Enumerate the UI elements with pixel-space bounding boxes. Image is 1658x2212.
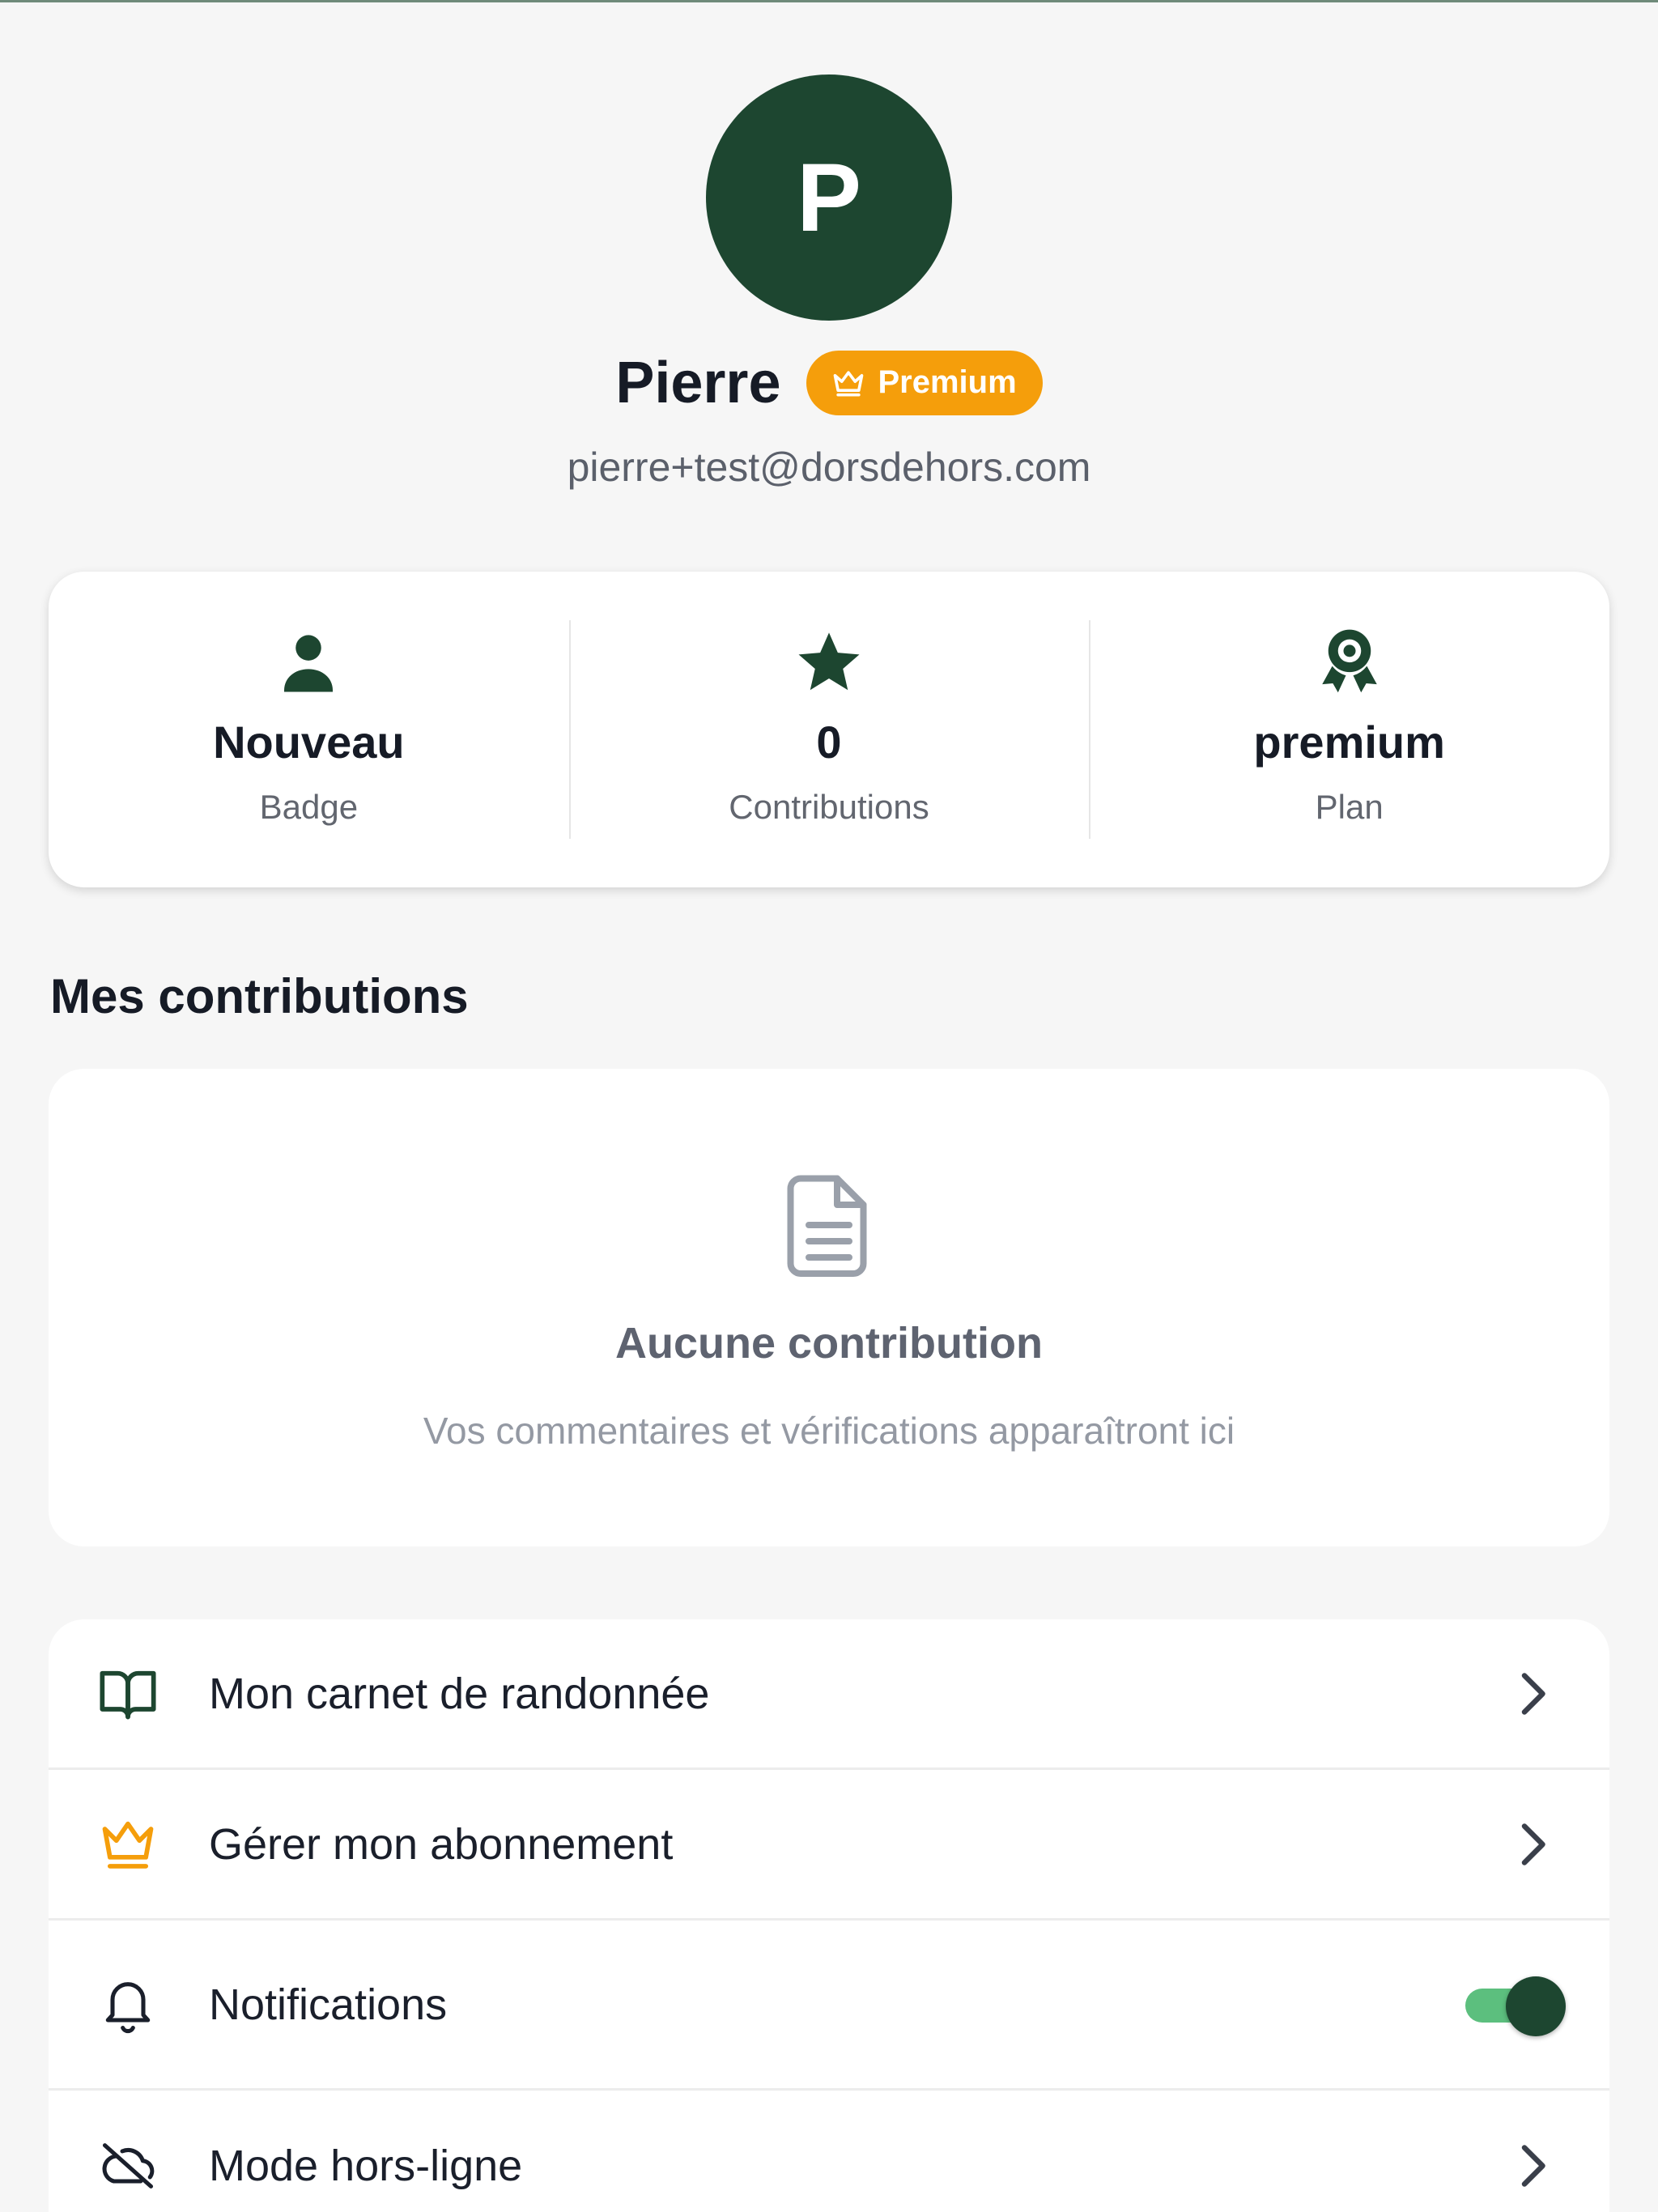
menu-item-offline-mode[interactable]: Mode hors-ligne [49,2091,1609,2212]
stat-value: 0 [816,717,842,768]
stat-badge: Nouveau Badge [49,572,569,887]
chevron-right-icon [1521,2145,1545,2187]
star-icon [798,632,860,691]
profile-name-row: Pierre Premium [0,344,1658,421]
menu-item-notifications[interactable]: Notifications [49,1921,1609,2091]
toggle-thumb [1506,1976,1566,2036]
stat-plan: premium Plan [1089,572,1609,887]
contributions-empty-state: Aucune contribution Vos commentaires et … [49,1069,1609,1546]
stat-label: Plan [1315,788,1384,826]
menu-item-label: Mode hors-ligne [209,2142,523,2190]
premium-badge-label: Premium [878,364,1017,400]
settings-menu: Mon carnet de randonnée Gérer mon abonne… [49,1619,1609,2212]
profile-email: pierre+test@dorsdehors.com [567,445,1091,490]
chevron-right-icon [1521,1823,1545,1865]
user-icon [284,635,334,692]
stat-value: premium [1253,717,1445,768]
stat-label: Contributions [729,788,929,826]
bell-icon [105,1981,151,2033]
empty-state-subtitle: Vos commentaires et vérifications appara… [423,1410,1235,1452]
premium-badge: Premium [806,350,1043,415]
menu-item-manage-subscription[interactable]: Gérer mon abonnement [49,1770,1609,1921]
menu-item-label: Gérer mon abonnement [209,1819,674,1869]
profile-name: Pierre [615,350,781,415]
menu-item-hiking-logbook[interactable]: Mon carnet de randonnée [49,1619,1609,1770]
crown-icon [834,370,864,396]
notifications-toggle[interactable] [1462,1976,1566,2036]
cloud-off-icon [102,2143,155,2189]
empty-state-title: Aucune contribution [615,1319,1043,1368]
document-icon [787,1175,867,1277]
crown-icon [102,1821,154,1869]
menu-item-label: Mon carnet de randonnée [209,1669,710,1718]
stat-value: Nouveau [213,717,405,768]
book-icon [100,1670,156,1719]
stat-label: Badge [259,788,359,826]
award-icon [1321,629,1377,693]
profile-screen: P Pierre Premium pierre+test@dorsdehors.… [0,0,1658,2212]
stats-card: Nouveau Badge 0 Contributions premium Pl… [49,572,1609,887]
menu-item-label: Notifications [209,1980,448,2029]
avatar-initial: P [796,143,862,252]
chevron-right-icon [1521,1672,1545,1715]
section-title-contributions: Mes contributions [50,969,469,1023]
avatar[interactable]: P [706,74,952,321]
top-divider [0,0,1658,2]
stat-contributions: 0 Contributions [568,572,1090,887]
